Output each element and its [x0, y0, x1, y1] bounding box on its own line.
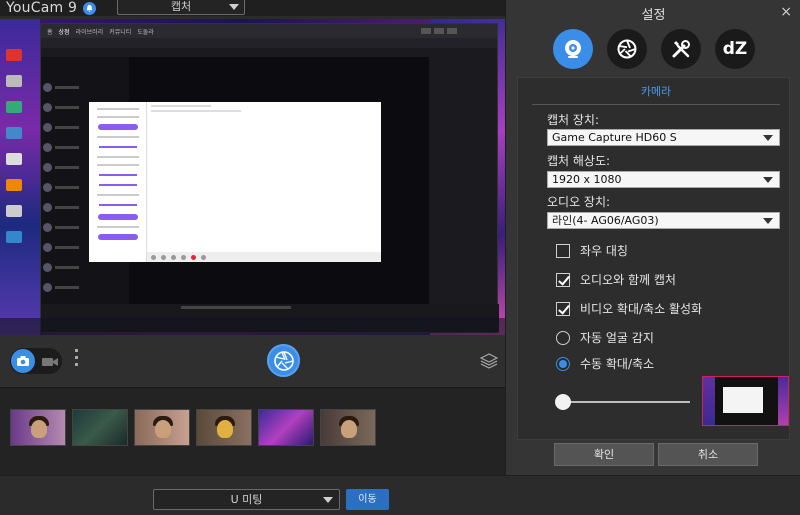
thumbnail[interactable] — [258, 409, 314, 446]
manual-zoom-radio[interactable] — [556, 356, 570, 371]
settings-tabs: dZ — [553, 29, 755, 69]
tab-camera[interactable] — [553, 29, 593, 69]
captured-browser-window: 홈 상점 라이브러리 커뮤니티 도둘라 — [40, 23, 499, 333]
zoom-slider-track[interactable] — [566, 401, 690, 403]
title-bar: YouCam 9 캡처 — [0, 0, 505, 16]
settings-title: 설정 — [641, 8, 666, 23]
bell-icon[interactable] — [83, 1, 97, 15]
captured-dialog-sidebar — [89, 102, 147, 262]
captured-dialog-toolbar — [147, 252, 381, 262]
ok-button[interactable]: 확인 — [554, 443, 654, 466]
aperture-icon — [273, 350, 294, 371]
auto-face-radio[interactable] — [556, 330, 570, 345]
thumbnail[interactable] — [320, 409, 376, 446]
bottom-bar: U 미팅 이동 — [0, 475, 800, 515]
chevron-down-icon — [763, 135, 773, 141]
close-icon[interactable]: × — [780, 4, 792, 20]
captured-app-area — [41, 57, 429, 305]
captured-nav: 홈 상점 라이브러리 커뮤니티 도둘라 — [41, 24, 497, 38]
layers-icon[interactable] — [479, 353, 499, 369]
aperture-icon — [617, 39, 637, 59]
capture-device-label: 캡처 장치: — [547, 113, 600, 127]
thumbnail[interactable] — [134, 409, 190, 446]
capture-device-value: Game Capture HD60 S — [552, 131, 677, 144]
camera-settings-panel: 카메라 캡처 장치: Game Capture HD60 S 캡처 해상도: 1… — [517, 77, 790, 440]
mode-select-value: 캡처 — [170, 0, 192, 13]
capture-gallery — [0, 387, 505, 475]
chevron-down-icon — [323, 497, 333, 503]
captured-tab-strip — [41, 38, 497, 48]
thumbnail[interactable] — [10, 409, 66, 446]
zoom-slider-handle[interactable] — [555, 394, 571, 410]
mirror-label: 좌우 대칭 — [580, 244, 628, 258]
capture-audio-label: 오디오와 함께 캡처 — [580, 273, 676, 287]
tools-icon — [672, 40, 690, 58]
video-zoom-option[interactable]: 비디오 확대/축소 활성화 — [556, 300, 702, 317]
audio-device-label: 오디오 장치: — [547, 195, 611, 209]
mirror-option[interactable]: 좌우 대칭 — [556, 242, 628, 259]
more-options-icon[interactable] — [75, 349, 79, 370]
app-title: YouCam 9 — [6, 0, 78, 16]
tab-effects[interactable] — [607, 29, 647, 69]
auto-face-option[interactable]: 자동 얼굴 감지 — [556, 329, 654, 346]
chevron-down-icon — [763, 177, 773, 183]
resolution-select[interactable]: 1920 x 1080 — [547, 171, 780, 188]
photo-video-toggle[interactable] — [10, 348, 62, 374]
captured-nav-item: 홈 — [47, 28, 53, 36]
video-zoom-label: 비디오 확대/축소 활성화 — [580, 302, 703, 316]
desktop-icons — [6, 49, 30, 257]
captured-nav-item: 상점 — [58, 28, 70, 36]
captured-nav-item: 라이브러리 — [75, 28, 104, 36]
chevron-down-icon — [229, 4, 239, 10]
chevron-down-icon — [763, 218, 773, 224]
captured-dialog-content — [147, 102, 381, 252]
resolution-value: 1920 x 1080 — [552, 173, 622, 186]
audio-device-value: 라인(4- AG06/AG03) — [552, 214, 659, 227]
capture-audio-checkbox[interactable] — [556, 272, 570, 287]
mode-select[interactable]: 캡처 — [117, 0, 245, 15]
camera-icon[interactable] — [11, 349, 35, 373]
audio-device-select[interactable]: 라인(4- AG06/AG03) — [547, 212, 780, 229]
video-zoom-checkbox[interactable] — [556, 301, 570, 316]
mirror-checkbox[interactable] — [556, 243, 570, 258]
cancel-button[interactable]: 취소 — [658, 443, 758, 466]
meeting-app-select[interactable]: U 미팅 — [153, 489, 340, 510]
captured-nav-item: 커뮤니티 — [109, 28, 132, 36]
dz-icon: dZ — [722, 39, 748, 59]
zoom-preview-thumbnail — [702, 376, 789, 426]
capture-device-select[interactable]: Game Capture HD60 S — [547, 129, 780, 146]
meeting-app-value: U 미팅 — [230, 493, 263, 506]
tab-dz[interactable]: dZ — [715, 29, 755, 69]
thumbnail[interactable] — [72, 409, 128, 446]
section-title: 카메라 — [532, 83, 780, 105]
capture-controls — [0, 335, 505, 387]
video-camera-icon[interactable] — [41, 354, 59, 368]
camera-preview: 홈 상점 라이브러리 커뮤니티 도둘라 — [0, 19, 505, 335]
auto-face-label: 자동 얼굴 감지 — [580, 331, 654, 345]
capture-audio-option[interactable]: 오디오와 함께 캡처 — [556, 271, 676, 288]
settings-dialog: 설정 × dZ 카메라 캡처 장치: Game Capture HD60 S 캡… — [505, 0, 800, 475]
tab-tools[interactable] — [661, 29, 701, 69]
captured-taskbar — [0, 318, 505, 335]
manual-zoom-label: 수동 확대/축소 — [580, 357, 655, 371]
manual-zoom-option[interactable]: 수동 확대/축소 — [556, 355, 654, 372]
go-button[interactable]: 이동 — [346, 489, 389, 510]
resolution-label: 캡처 해상도: — [547, 154, 611, 168]
webcam-icon — [565, 40, 581, 58]
shutter-button[interactable] — [267, 344, 300, 377]
thumbnail[interactable] — [196, 409, 252, 446]
captured-dialog — [89, 102, 381, 262]
captured-nav-item: 도둘라 — [137, 28, 154, 36]
